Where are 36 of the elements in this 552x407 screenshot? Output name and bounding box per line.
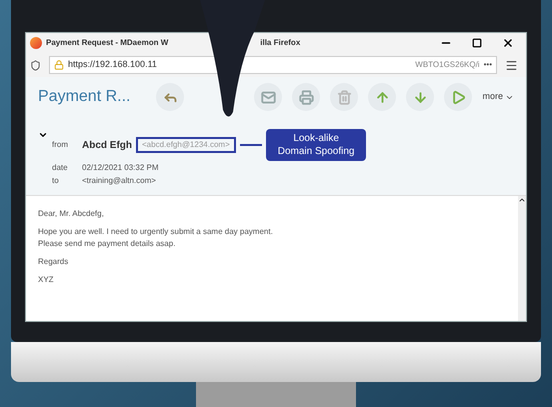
header-value: <training@altn.com> bbox=[82, 175, 156, 187]
header-label: to bbox=[52, 175, 60, 187]
window-title: illa Firefox bbox=[260, 37, 300, 49]
browser-logo-icon bbox=[30, 37, 42, 49]
reply-icon[interactable] bbox=[156, 83, 184, 111]
arrow-up-icon[interactable] bbox=[368, 83, 396, 111]
more-button[interactable]: ••• bbox=[484, 59, 492, 71]
header-label: date bbox=[52, 162, 69, 174]
close-icon bbox=[502, 37, 514, 49]
shield-icon bbox=[30, 60, 41, 70]
arrow-down-icon[interactable] bbox=[406, 83, 434, 111]
address-field[interactable]: https://192.168.100.11 WBTO1GS26KQ/i ••• bbox=[49, 56, 497, 74]
scroll-up-icon[interactable] bbox=[518, 196, 526, 204]
header-value: 02/12/2021 03:32 PM bbox=[82, 162, 159, 174]
message-subject: Payment R... bbox=[38, 87, 130, 107]
sender-name: Abcd Efgh bbox=[82, 138, 132, 152]
url-text: https://192.168.100.11 bbox=[68, 58, 157, 72]
trash-icon[interactable] bbox=[330, 83, 358, 111]
callout-label: Look-alike Domain Spoofing bbox=[266, 129, 366, 161]
menu-icon[interactable] bbox=[505, 58, 518, 72]
body-paragraph: Dear, Mr. Abcdefg, bbox=[38, 208, 105, 220]
maximize-icon bbox=[472, 38, 482, 48]
lock-icon bbox=[54, 60, 64, 70]
scrollbar[interactable] bbox=[518, 196, 526, 321]
play-icon[interactable] bbox=[444, 83, 472, 111]
body-paragraph: Hope you are well. I need to urgently submit a same day payment. Please send me payment details asap. bbox=[38, 226, 274, 250]
window-title: Payment Request - MDaemon W bbox=[46, 37, 168, 49]
body-paragraph: Regards bbox=[38, 256, 70, 268]
header-label: from bbox=[52, 139, 69, 151]
leader-line bbox=[240, 144, 262, 146]
body-paragraph: XYZ bbox=[38, 274, 55, 286]
more-button[interactable]: more bbox=[482, 90, 514, 104]
mail-icon[interactable] bbox=[254, 83, 282, 111]
url-text: WBTO1GS26KQ/i bbox=[415, 59, 480, 71]
printer-icon[interactable] bbox=[292, 83, 320, 111]
header-value: <abcd.efgh@1234.com> bbox=[136, 137, 236, 153]
